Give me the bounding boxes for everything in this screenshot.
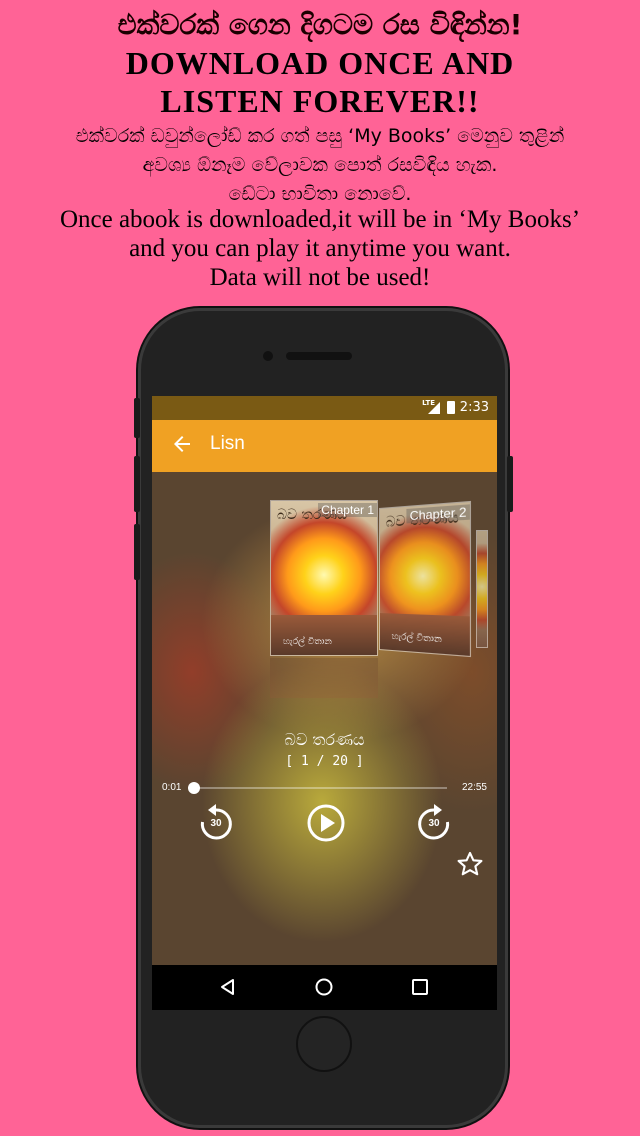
volume-up-button — [134, 456, 140, 512]
total-time: 22:55 — [461, 782, 487, 793]
star-outline-icon — [457, 851, 483, 876]
description-english: Once abook is downloaded,it will be in ‘… — [0, 205, 640, 292]
volume-down-button — [134, 524, 140, 580]
cover-art-image — [477, 531, 487, 647]
chapter-counter: [ 1 / 20 ] — [285, 754, 364, 769]
desc-en-line-1: Once abook is downloaded,it will be in ‘… — [59, 206, 581, 233]
headline-line-2: LISTEN FOREVER!! — [160, 83, 480, 119]
home-button[interactable] — [296, 1016, 352, 1072]
earpiece-speaker — [286, 352, 352, 360]
mute-switch — [134, 398, 140, 438]
favorite-button[interactable] — [456, 850, 484, 878]
book-title: බව තරණය — [284, 730, 365, 749]
cover-chapter-label: Chapter 1 — [318, 503, 377, 517]
rewind-30-button[interactable]: 30 — [198, 802, 234, 842]
android-nav-bar — [152, 965, 497, 1010]
cover-reflection — [270, 658, 378, 698]
forward-label: 30 — [428, 818, 440, 829]
rewind-label: 30 — [210, 818, 222, 829]
reflection-fill — [270, 658, 378, 698]
play-icon — [307, 804, 345, 842]
elapsed-time: 0:01 — [162, 782, 182, 793]
cover-author: හැරල් විතාන — [283, 637, 332, 647]
nav-recents-icon[interactable] — [410, 977, 430, 1001]
nav-back-icon[interactable] — [218, 977, 238, 1001]
status-time: 2:33 — [459, 400, 489, 415]
headline-english: DOWNLOAD ONCE AND LISTEN FOREVER!! — [0, 44, 640, 120]
front-camera — [263, 351, 273, 361]
desc-en-line-3: Data will not be used! — [209, 264, 431, 291]
cover-art-hills — [271, 614, 377, 655]
desc-en-line-2: and you can play it anytime you want. — [129, 235, 511, 262]
app-bar: Lisn — [152, 420, 497, 472]
phone-screen: LTE 2:33 Lisn බව තරණය Chapter 1 හැරල් වි… — [152, 396, 497, 1010]
power-button — [507, 456, 513, 512]
seek-bar[interactable] — [188, 782, 447, 794]
arrow-back-icon[interactable] — [170, 432, 194, 456]
description-sinhala: එක්වරක් ඩවුන්ලෝඩ් කර ගත් පසු ‘My Books’ … — [0, 122, 640, 209]
headline-line-1: DOWNLOAD ONCE AND — [125, 45, 515, 81]
desc-si-line-2: අවශ්‍ය ඕනෑම වේලාවක පොත් රසවිඳිය හැක. — [142, 154, 498, 176]
headline-sinhala: එක්වරක් ගෙන දිගටම රස විඳින්න! — [117, 8, 523, 41]
cover-chapter-2[interactable]: බව තරණය Chapter 2 හැරල් විතාන — [379, 500, 472, 658]
forward-30-button[interactable]: 30 — [416, 802, 452, 842]
desc-si-line-1: එක්වරක් ඩවුන්ලෝඩ් කර ගත් පසු ‘My Books’ … — [75, 125, 565, 147]
signal-icon — [428, 402, 440, 414]
play-button[interactable] — [306, 803, 346, 843]
battery-icon — [447, 401, 455, 414]
cover-chapter-3[interactable] — [476, 530, 488, 648]
nav-home-icon[interactable] — [314, 977, 334, 1001]
status-bar: LTE 2:33 — [152, 396, 497, 420]
seek-thumb[interactable] — [188, 782, 201, 794]
cover-chapter-1[interactable]: බව තරණය Chapter 1 හැරල් විතාන — [270, 500, 378, 656]
app-title: Lisn — [210, 433, 245, 454]
player-content: බව තරණය Chapter 1 හැරල් විතාන බව තරණය Ch… — [152, 472, 497, 965]
